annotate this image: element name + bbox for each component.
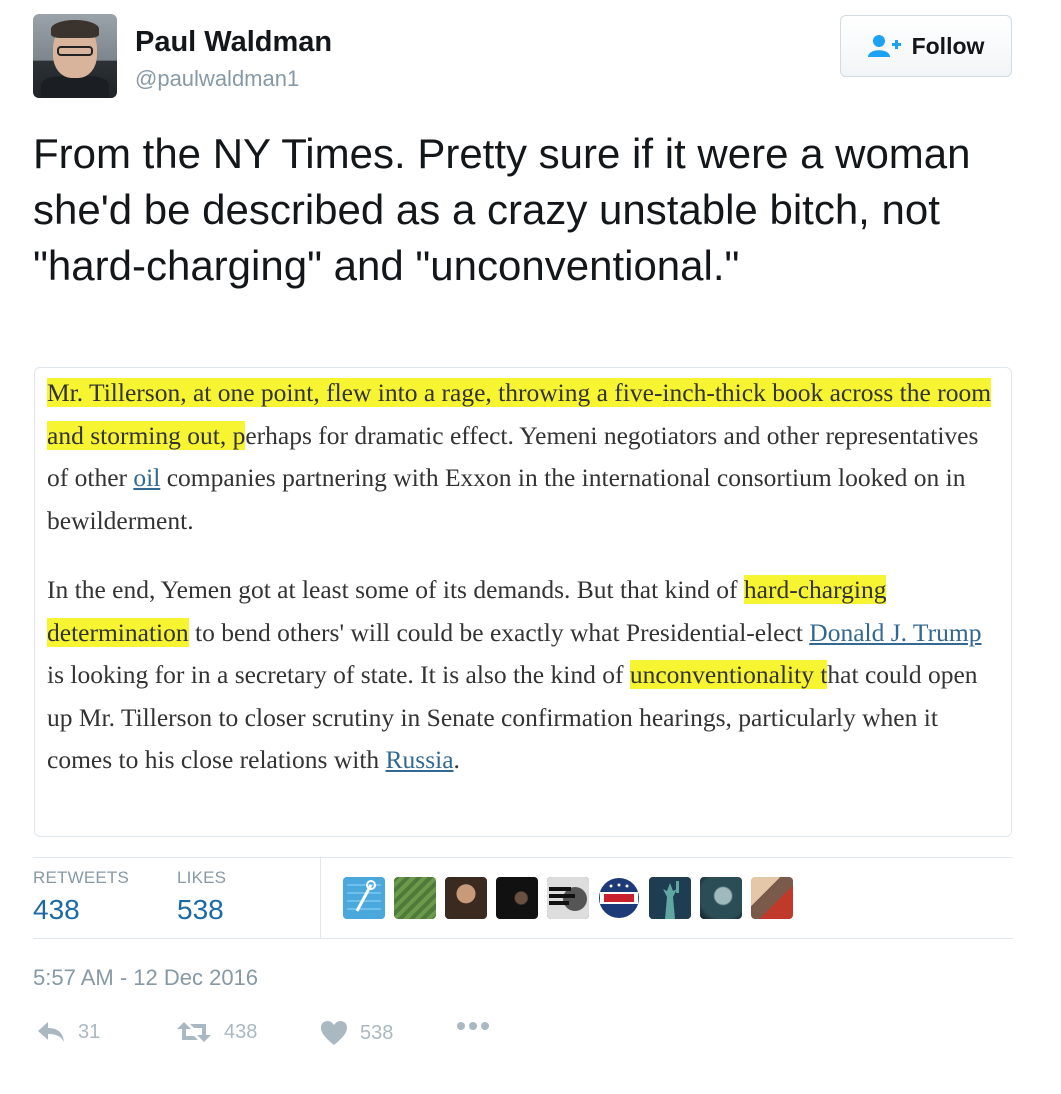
article-link-russia: Russia — [385, 745, 454, 774]
not-my-president-icon — [547, 877, 589, 919]
heart-icon — [320, 1020, 348, 1046]
follow-button[interactable]: Follow — [840, 15, 1012, 77]
liker-avatar[interactable] — [598, 877, 640, 919]
display-name[interactable]: Paul Waldman — [135, 26, 332, 59]
avatar-shirt — [41, 76, 109, 98]
liker-avatar[interactable] — [343, 877, 385, 919]
more-button[interactable] — [456, 1020, 490, 1032]
liker-avatar[interactable] — [445, 877, 487, 919]
liker-avatar[interactable] — [751, 877, 793, 919]
statue-of-liberty-icon — [649, 877, 691, 919]
add-user-icon — [867, 34, 902, 58]
article-link-oil: oil — [133, 463, 161, 492]
follow-label: Follow — [911, 32, 985, 59]
safety-pin-icon — [343, 877, 385, 919]
retweets-label: RETWEETS — [33, 868, 130, 887]
like-count: 538 — [360, 1021, 394, 1044]
avatar-glasses — [57, 46, 93, 56]
liker-avatar[interactable] — [496, 877, 538, 919]
likes-count: 538 — [177, 894, 224, 925]
more-dots-icon — [456, 1020, 490, 1032]
vote-icon — [599, 878, 639, 918]
article-text: . — [453, 745, 460, 774]
article-text: companies partnering with Exxon in the i… — [47, 463, 966, 535]
reply-icon — [36, 1020, 66, 1044]
article-text: is looking for in a secretary of state. … — [47, 660, 630, 689]
article-text: In the end, Yemen got at least some of i… — [47, 575, 744, 604]
article-paragraph-2: In the end, Yemen got at least some of i… — [47, 569, 997, 782]
liker-avatar[interactable] — [649, 877, 691, 919]
liker-avatars — [343, 877, 793, 919]
retweet-icon — [176, 1020, 212, 1044]
article-paragraph-1: Mr. Tillerson, at one point, flew into a… — [47, 372, 997, 542]
retweets-stat[interactable]: RETWEETS 438 — [33, 868, 129, 926]
tweet-timestamp[interactable]: 5:57 AM - 12 Dec 2016 — [33, 965, 258, 991]
likes-stat[interactable]: LIKES 538 — [177, 868, 226, 926]
highlighted-text: unconventionality t — [629, 660, 828, 689]
retweets-count: 438 — [33, 894, 80, 925]
article-text: to bend others' will could be exactly wh… — [188, 617, 810, 647]
article-link-trump: Donald J. Trump — [809, 617, 982, 647]
reply-count: 31 — [78, 1020, 101, 1043]
divider — [33, 938, 1013, 939]
retweet-button[interactable]: 438 — [176, 1020, 257, 1044]
liker-avatar[interactable] — [394, 877, 436, 919]
profile-avatar[interactable] — [33, 14, 117, 98]
liker-avatar[interactable] — [547, 877, 589, 919]
divider — [320, 857, 321, 938]
divider — [33, 857, 1013, 858]
likes-label: LIKES — [177, 868, 227, 887]
attached-image[interactable]: Mr. Tillerson, at one point, flew into a… — [34, 367, 1012, 837]
liker-avatar[interactable] — [700, 877, 742, 919]
like-button[interactable]: 538 — [320, 1020, 393, 1046]
tweet-text: From the NY Times. Pretty sure if it wer… — [33, 130, 971, 289]
user-handle[interactable]: @paulwaldman1 — [135, 66, 299, 92]
article-excerpt: Mr. Tillerson, at one point, flew into a… — [47, 372, 997, 809]
reply-button[interactable]: 31 — [36, 1020, 100, 1044]
avatar-hair — [51, 20, 99, 38]
retweet-count: 438 — [224, 1020, 258, 1043]
